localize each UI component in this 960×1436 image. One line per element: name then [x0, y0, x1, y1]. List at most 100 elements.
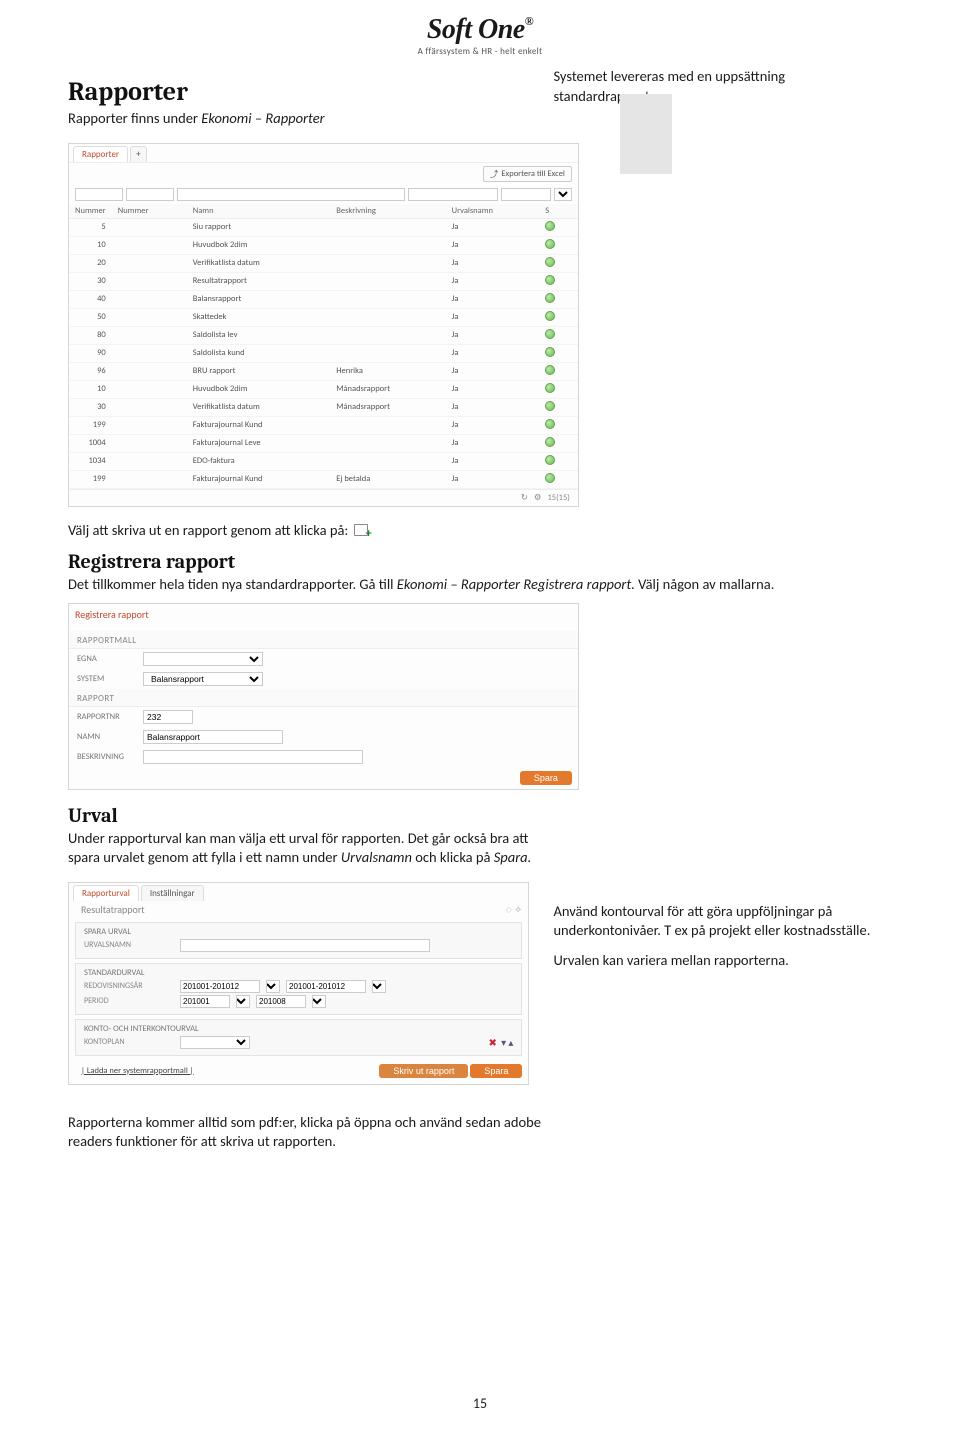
run-report-icon[interactable] — [545, 293, 555, 303]
spara-urval-button[interactable]: Spara — [470, 1064, 522, 1078]
table-row[interactable]: 40BalansrapportJa — [69, 290, 578, 308]
tab-installningar[interactable]: Inställningar — [141, 885, 204, 901]
lbl-rapportnr: RAPPORTNR — [77, 712, 137, 722]
table-row[interactable]: 1004Fakturajournal LeveJa — [69, 434, 578, 452]
urval-heading: Urval — [68, 804, 892, 827]
table-row[interactable]: 10Huvudbok 2dimJa — [69, 236, 578, 254]
download-template-link[interactable]: | Ladda ner systemrapportmall | — [75, 1066, 200, 1076]
rapportnr-input[interactable] — [143, 710, 193, 724]
namn-input[interactable] — [143, 730, 283, 744]
settings-icon-2[interactable]: ✧ — [514, 903, 522, 916]
urvalsnamn-input[interactable] — [180, 939, 430, 952]
beskrivning-input[interactable] — [143, 750, 363, 764]
brand-logo: Soft One® A ffärssystem & HR - helt enke… — [0, 0, 960, 63]
col-s[interactable]: S — [539, 204, 578, 219]
table-row[interactable]: 50SkattedekJa — [69, 308, 578, 326]
filter-row — [69, 185, 578, 204]
run-report-icon[interactable] — [545, 419, 555, 429]
run-report-icon[interactable] — [545, 401, 555, 411]
register-report-screenshot: Registrera rapport RAPPORTMALL EGNA SYST… — [68, 603, 579, 790]
run-report-icon[interactable] — [545, 455, 555, 465]
redov-b[interactable] — [286, 980, 366, 993]
redov-b-sel[interactable] — [372, 980, 386, 993]
lbl-egna: EGNA — [77, 654, 137, 664]
tab-rapporter[interactable]: Rapporter — [73, 146, 128, 162]
lbl-kontoplan: Kontoplan — [84, 1037, 174, 1047]
urval-body: Under rapporturval kan man välja ett urv… — [68, 829, 546, 868]
period-b[interactable] — [256, 995, 306, 1008]
system-select[interactable]: Balansrapport — [143, 672, 263, 686]
remove-icon[interactable]: ✖ — [486, 1036, 498, 1049]
logo-sub: A ffärssystem & HR - helt enkelt — [0, 46, 960, 57]
kontoplan-select[interactable] — [180, 1036, 250, 1049]
col-urvalsnamn[interactable]: Urvalsnamn — [446, 204, 540, 219]
section-rapport: RAPPORT — [69, 689, 578, 707]
skriv-ut-button[interactable]: Skriv ut rapport — [379, 1064, 468, 1078]
run-report-icon[interactable] — [545, 257, 555, 267]
refresh-icon-2[interactable]: ◌ — [506, 903, 512, 916]
export-icon: ⤴ — [490, 168, 499, 180]
lbl-namn: NAMN — [77, 732, 137, 742]
run-report-icon[interactable] — [545, 383, 555, 393]
filter-urvalsnamn[interactable] — [501, 188, 551, 201]
table-row[interactable]: 20Verifikatlista datumJa — [69, 254, 578, 272]
table-row[interactable]: 5Siu rapportJa — [69, 218, 578, 236]
register-title: Registrera rapport — [69, 604, 578, 621]
tab-add[interactable]: + — [130, 146, 146, 162]
export-excel-button[interactable]: ⤴ Exportera till Excel — [483, 166, 572, 182]
table-row[interactable]: 10Huvudbok 2dimMånadsrapportJa — [69, 380, 578, 398]
run-report-icon[interactable] — [545, 311, 555, 321]
side-intro: Systemet levereras med en uppsättning st… — [553, 67, 892, 106]
col-namn[interactable]: Namn — [187, 204, 331, 219]
lbl-period: PERIOD — [84, 996, 174, 1006]
filter-s[interactable] — [554, 188, 572, 201]
col-nummer-2[interactable]: Nummer — [112, 204, 187, 219]
run-report-icon[interactable] — [545, 221, 555, 231]
egna-select[interactable] — [143, 652, 263, 666]
col-beskrivning[interactable]: Beskrivning — [330, 204, 445, 219]
row-count: 15(15) — [547, 493, 569, 503]
logo-main: Soft One® — [0, 14, 960, 46]
page-number: 15 — [0, 1395, 960, 1412]
tab-rapporturval[interactable]: Rapporturval — [73, 885, 139, 901]
col-nummer-1[interactable]: Nummer — [69, 204, 112, 219]
period-b-sel[interactable] — [312, 995, 326, 1008]
table-row[interactable]: 199Fakturajournal KundJa — [69, 416, 578, 434]
run-report-icon[interactable] — [545, 473, 555, 483]
run-report-icon[interactable] — [545, 347, 555, 357]
print-hint: Välj att skriva ut en rapport genom att … — [68, 521, 892, 541]
run-report-icon[interactable] — [545, 437, 555, 447]
table-row[interactable]: 80Saldolista levJa — [69, 326, 578, 344]
decorative-stripe — [620, 94, 672, 174]
table-row[interactable]: 96BRU rapportHenrikaJa — [69, 362, 578, 380]
filter-nummer-2[interactable] — [126, 188, 174, 201]
table-row[interactable]: 1034EDO-fakturaJa — [69, 452, 578, 470]
refresh-icon[interactable]: ↻ — [521, 493, 528, 503]
panel-kontourval: KONTO- OCH INTERKONTOURVAL Kontoplan ✖ ▾… — [75, 1019, 522, 1056]
print-add-icon — [352, 522, 370, 540]
redov-a[interactable] — [180, 980, 260, 993]
rapporter-intro: Rapporter finns under Ekonomi – Rapporte… — [68, 109, 529, 129]
table-row[interactable]: 199Fakturajournal KundEj betaldaJa — [69, 470, 578, 488]
run-report-icon[interactable] — [545, 239, 555, 249]
run-report-icon[interactable] — [545, 329, 555, 339]
move-up-icon[interactable]: ▴ — [508, 1036, 513, 1049]
spara-button[interactable]: Spara — [520, 771, 572, 785]
table-row[interactable]: 30ResultatrapportJa — [69, 272, 578, 290]
filter-namn[interactable] — [177, 188, 405, 201]
settings-icon[interactable]: ⚙ — [534, 493, 542, 503]
filter-nummer-1[interactable] — [75, 188, 123, 201]
run-report-icon[interactable] — [545, 365, 555, 375]
table-row[interactable]: 90Saldolista kundJa — [69, 344, 578, 362]
move-down-icon[interactable]: ▾ — [501, 1036, 506, 1049]
filter-beskrivning[interactable] — [408, 188, 498, 201]
redov-a-sel[interactable] — [266, 980, 280, 993]
period-a-sel[interactable] — [236, 995, 250, 1008]
registrera-body: Det tillkommer hela tiden nya standardra… — [68, 575, 892, 595]
table-row[interactable]: 30Verifikatlista datumMånadsrapportJa — [69, 398, 578, 416]
lbl-redov: REDOVISNINGSÅR — [84, 981, 174, 991]
period-a[interactable] — [180, 995, 230, 1008]
rapporter-heading: Rapporter — [68, 77, 529, 107]
run-report-icon[interactable] — [545, 275, 555, 285]
urval-subtitle: Resultatrapport — [75, 903, 151, 916]
